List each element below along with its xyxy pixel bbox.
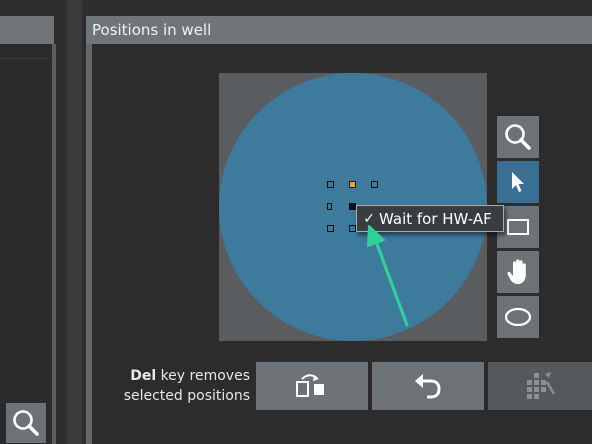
zoom-tool-button[interactable] [497,116,539,158]
hand-icon [507,259,526,284]
grid-fill-button[interactable] [488,362,592,410]
panel-splitter[interactable] [67,0,82,444]
undo-arrow-icon [415,374,441,399]
select-tool-button[interactable] [497,161,539,203]
left-panel-separator-line [0,58,50,59]
move-positions-button[interactable] [256,362,368,410]
position-marker[interactable] [349,225,356,232]
position-marker-selected[interactable] [349,181,356,188]
left-zoom-button[interactable] [6,403,46,443]
delete-hint: Del key removes selected positions [100,366,250,406]
left-panel-divider [52,44,56,444]
pan-tool-button[interactable] [497,251,539,293]
undo-button[interactable] [372,362,484,410]
cursor-arrow-icon [512,172,524,192]
ellipse-tool-button[interactable] [497,296,539,338]
magnifier-icon [13,410,39,436]
rotate-positions-icon [296,374,324,397]
panel-title: Positions in well [86,16,592,44]
grid-wand-icon [527,372,556,399]
ellipse-icon [504,307,532,327]
position-marker[interactable] [327,203,332,210]
rectangle-icon [507,219,529,235]
position-marker-current[interactable] [349,203,356,210]
left-panel-header [0,16,54,44]
position-marker[interactable] [371,181,378,188]
magnifier-icon [505,124,531,150]
del-key-label: Del [130,368,157,384]
delete-hint-line1: key removes [156,368,250,384]
panel-left-border [86,44,92,444]
delete-hint-line2: selected positions [123,388,250,404]
position-marker[interactable] [327,181,334,188]
position-marker[interactable] [327,225,334,232]
left-panel [0,16,56,444]
annotation-arrow [367,225,409,327]
